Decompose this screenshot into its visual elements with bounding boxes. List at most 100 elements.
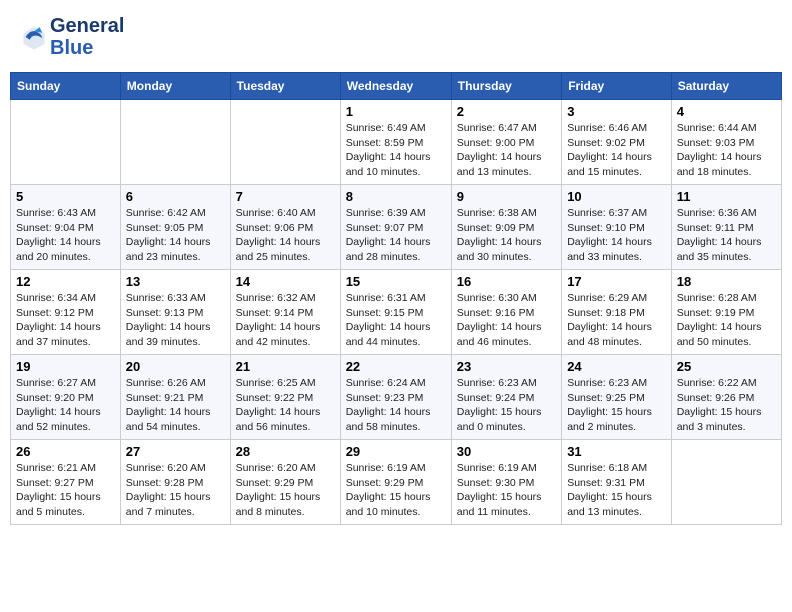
day-number: 18 (677, 274, 776, 289)
day-info: Sunrise: 6:23 AM Sunset: 9:24 PM Dayligh… (457, 376, 556, 435)
calendar-week-row: 5 Sunrise: 6:43 AM Sunset: 9:04 PM Daylig… (11, 185, 782, 270)
day-info: Sunrise: 6:25 AM Sunset: 9:22 PM Dayligh… (236, 376, 335, 435)
calendar-cell (230, 100, 340, 185)
calendar-cell: 24 Sunrise: 6:23 AM Sunset: 9:25 PM Dayli… (562, 355, 672, 440)
day-info: Sunrise: 6:49 AM Sunset: 8:59 PM Dayligh… (346, 121, 446, 180)
day-info: Sunrise: 6:20 AM Sunset: 9:29 PM Dayligh… (236, 461, 335, 520)
calendar-cell: 19 Sunrise: 6:27 AM Sunset: 9:20 PM Dayli… (11, 355, 121, 440)
day-info: Sunrise: 6:20 AM Sunset: 9:28 PM Dayligh… (126, 461, 225, 520)
day-number: 29 (346, 444, 446, 459)
day-number: 19 (16, 359, 115, 374)
day-info: Sunrise: 6:42 AM Sunset: 9:05 PM Dayligh… (126, 206, 225, 265)
day-number: 14 (236, 274, 335, 289)
calendar-cell: 15 Sunrise: 6:31 AM Sunset: 9:15 PM Dayli… (340, 270, 451, 355)
day-info: Sunrise: 6:37 AM Sunset: 9:10 PM Dayligh… (567, 206, 666, 265)
calendar-cell: 18 Sunrise: 6:28 AM Sunset: 9:19 PM Dayli… (671, 270, 781, 355)
calendar-cell: 27Sunrise: 6:20 AM Sunset: 9:28 PM Dayli… (120, 440, 230, 525)
day-number: 28 (236, 444, 335, 459)
calendar-cell: 12Sunrise: 6:34 AM Sunset: 9:12 PM Dayli… (11, 270, 121, 355)
calendar-cell: 22 Sunrise: 6:24 AM Sunset: 9:23 PM Dayli… (340, 355, 451, 440)
day-of-week-header: Thursday (451, 73, 561, 100)
calendar-cell: 11Sunrise: 6:36 AM Sunset: 9:11 PM Dayli… (671, 185, 781, 270)
day-number: 5 (16, 189, 115, 204)
calendar-table: SundayMondayTuesdayWednesdayThursdayFrid… (10, 72, 782, 525)
calendar-cell: 8 Sunrise: 6:39 AM Sunset: 9:07 PM Daylig… (340, 185, 451, 270)
calendar-cell: 17 Sunrise: 6:29 AM Sunset: 9:18 PM Dayli… (562, 270, 672, 355)
calendar-cell: 28 Sunrise: 6:20 AM Sunset: 9:29 PM Dayli… (230, 440, 340, 525)
day-info: Sunrise: 6:46 AM Sunset: 9:02 PM Dayligh… (567, 121, 666, 180)
calendar-cell: 10 Sunrise: 6:37 AM Sunset: 9:10 PM Dayli… (562, 185, 672, 270)
day-info: Sunrise: 6:27 AM Sunset: 9:20 PM Dayligh… (16, 376, 115, 435)
day-number: 12 (16, 274, 115, 289)
day-info: Sunrise: 6:47 AM Sunset: 9:00 PM Dayligh… (457, 121, 556, 180)
day-number: 17 (567, 274, 666, 289)
day-info: Sunrise: 6:19 AM Sunset: 9:29 PM Dayligh… (346, 461, 446, 520)
day-info: Sunrise: 6:24 AM Sunset: 9:23 PM Dayligh… (346, 376, 446, 435)
calendar-cell: 9 Sunrise: 6:38 AM Sunset: 9:09 PM Daylig… (451, 185, 561, 270)
day-of-week-header: Sunday (11, 73, 121, 100)
day-info: Sunrise: 6:38 AM Sunset: 9:09 PM Dayligh… (457, 206, 556, 265)
day-number: 3 (567, 104, 666, 119)
day-number: 8 (346, 189, 446, 204)
calendar-cell: 31Sunrise: 6:18 AM Sunset: 9:31 PM Dayli… (562, 440, 672, 525)
day-of-week-header: Tuesday (230, 73, 340, 100)
calendar-week-row: 1 Sunrise: 6:49 AM Sunset: 8:59 PM Daylig… (11, 100, 782, 185)
day-number: 13 (126, 274, 225, 289)
calendar-week-row: 19 Sunrise: 6:27 AM Sunset: 9:20 PM Dayli… (11, 355, 782, 440)
day-number: 10 (567, 189, 666, 204)
calendar-cell: 23 Sunrise: 6:23 AM Sunset: 9:24 PM Dayli… (451, 355, 561, 440)
calendar-cell: 13 Sunrise: 6:33 AM Sunset: 9:13 PM Dayli… (120, 270, 230, 355)
day-number: 22 (346, 359, 446, 374)
day-info: Sunrise: 6:44 AM Sunset: 9:03 PM Dayligh… (677, 121, 776, 180)
day-info: Sunrise: 6:28 AM Sunset: 9:19 PM Dayligh… (677, 291, 776, 350)
day-number: 21 (236, 359, 335, 374)
day-info: Sunrise: 6:30 AM Sunset: 9:16 PM Dayligh… (457, 291, 556, 350)
calendar-cell: 4 Sunrise: 6:44 AM Sunset: 9:03 PM Daylig… (671, 100, 781, 185)
calendar-cell (671, 440, 781, 525)
calendar-week-row: 12Sunrise: 6:34 AM Sunset: 9:12 PM Dayli… (11, 270, 782, 355)
calendar-cell: 3 Sunrise: 6:46 AM Sunset: 9:02 PM Daylig… (562, 100, 672, 185)
day-number: 2 (457, 104, 556, 119)
day-info: Sunrise: 6:29 AM Sunset: 9:18 PM Dayligh… (567, 291, 666, 350)
day-number: 26 (16, 444, 115, 459)
day-number: 6 (126, 189, 225, 204)
calendar-cell: 20Sunrise: 6:26 AM Sunset: 9:21 PM Dayli… (120, 355, 230, 440)
calendar-cell: 16 Sunrise: 6:30 AM Sunset: 9:16 PM Dayli… (451, 270, 561, 355)
calendar-cell: 30 Sunrise: 6:19 AM Sunset: 9:30 PM Dayli… (451, 440, 561, 525)
day-info: Sunrise: 6:33 AM Sunset: 9:13 PM Dayligh… (126, 291, 225, 350)
calendar-cell: 7 Sunrise: 6:40 AM Sunset: 9:06 PM Daylig… (230, 185, 340, 270)
calendar-cell: 5 Sunrise: 6:43 AM Sunset: 9:04 PM Daylig… (11, 185, 121, 270)
logo: General Blue (20, 15, 124, 59)
page-header: General Blue (10, 10, 782, 64)
day-info: Sunrise: 6:21 AM Sunset: 9:27 PM Dayligh… (16, 461, 115, 520)
day-info: Sunrise: 6:39 AM Sunset: 9:07 PM Dayligh… (346, 206, 446, 265)
day-info: Sunrise: 6:40 AM Sunset: 9:06 PM Dayligh… (236, 206, 335, 265)
calendar-cell (120, 100, 230, 185)
day-info: Sunrise: 6:26 AM Sunset: 9:21 PM Dayligh… (126, 376, 225, 435)
day-info: Sunrise: 6:23 AM Sunset: 9:25 PM Dayligh… (567, 376, 666, 435)
day-info: Sunrise: 6:32 AM Sunset: 9:14 PM Dayligh… (236, 291, 335, 350)
day-number: 15 (346, 274, 446, 289)
day-info: Sunrise: 6:31 AM Sunset: 9:15 PM Dayligh… (346, 291, 446, 350)
day-info: Sunrise: 6:19 AM Sunset: 9:30 PM Dayligh… (457, 461, 556, 520)
day-info: Sunrise: 6:22 AM Sunset: 9:26 PM Dayligh… (677, 376, 776, 435)
calendar-cell: 21 Sunrise: 6:25 AM Sunset: 9:22 PM Dayli… (230, 355, 340, 440)
day-number: 24 (567, 359, 666, 374)
logo-text: General Blue (50, 15, 124, 59)
day-number: 4 (677, 104, 776, 119)
day-number: 23 (457, 359, 556, 374)
calendar-cell: 26 Sunrise: 6:21 AM Sunset: 9:27 PM Dayli… (11, 440, 121, 525)
day-number: 1 (346, 104, 446, 119)
day-of-week-header: Saturday (671, 73, 781, 100)
calendar-header-row: SundayMondayTuesdayWednesdayThursdayFrid… (11, 73, 782, 100)
day-number: 9 (457, 189, 556, 204)
calendar-cell: 14 Sunrise: 6:32 AM Sunset: 9:14 PM Dayli… (230, 270, 340, 355)
day-number: 30 (457, 444, 556, 459)
day-number: 7 (236, 189, 335, 204)
calendar-cell: 25 Sunrise: 6:22 AM Sunset: 9:26 PM Dayli… (671, 355, 781, 440)
day-number: 16 (457, 274, 556, 289)
day-of-week-header: Wednesday (340, 73, 451, 100)
day-number: 25 (677, 359, 776, 374)
calendar-cell: 29 Sunrise: 6:19 AM Sunset: 9:29 PM Dayli… (340, 440, 451, 525)
day-info: Sunrise: 6:43 AM Sunset: 9:04 PM Dayligh… (16, 206, 115, 265)
